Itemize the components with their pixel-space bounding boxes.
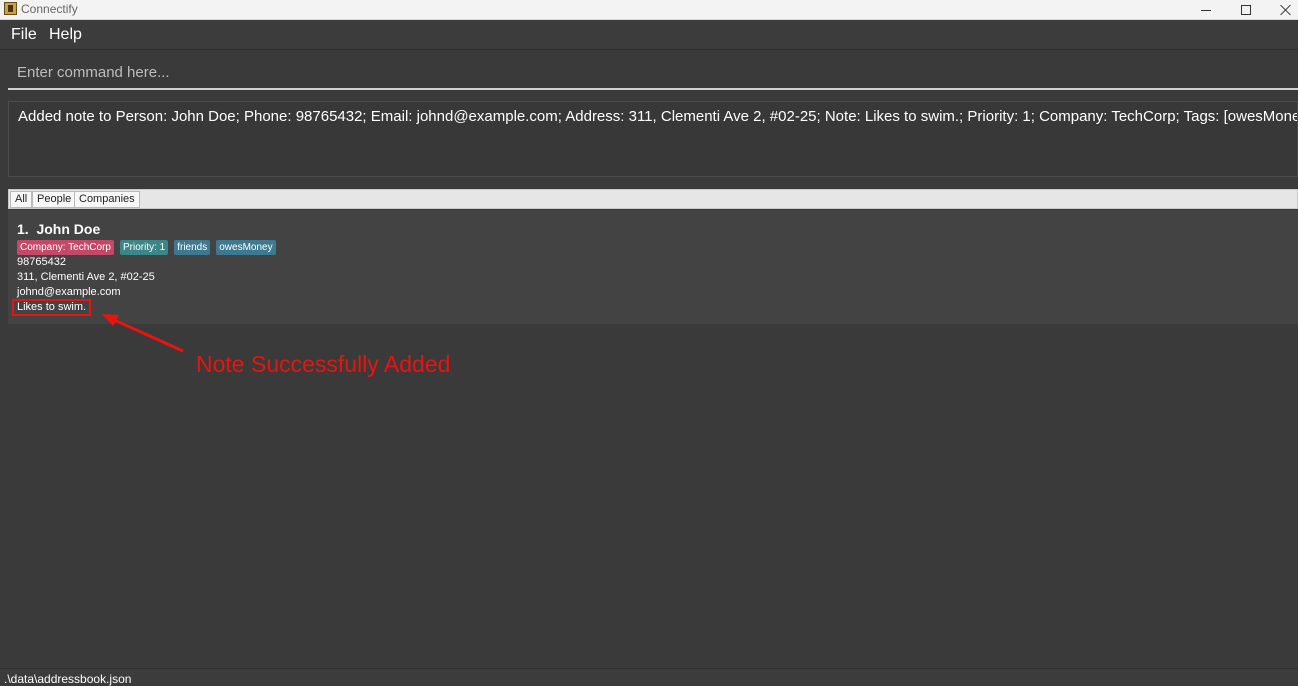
status-bar: .\data\addressbook.json: [0, 668, 1298, 686]
annotation-arrow: [102, 314, 184, 353]
annotation-text: Note Successfully Added: [196, 351, 451, 377]
storage-path: .\data\addressbook.json: [4, 672, 132, 686]
